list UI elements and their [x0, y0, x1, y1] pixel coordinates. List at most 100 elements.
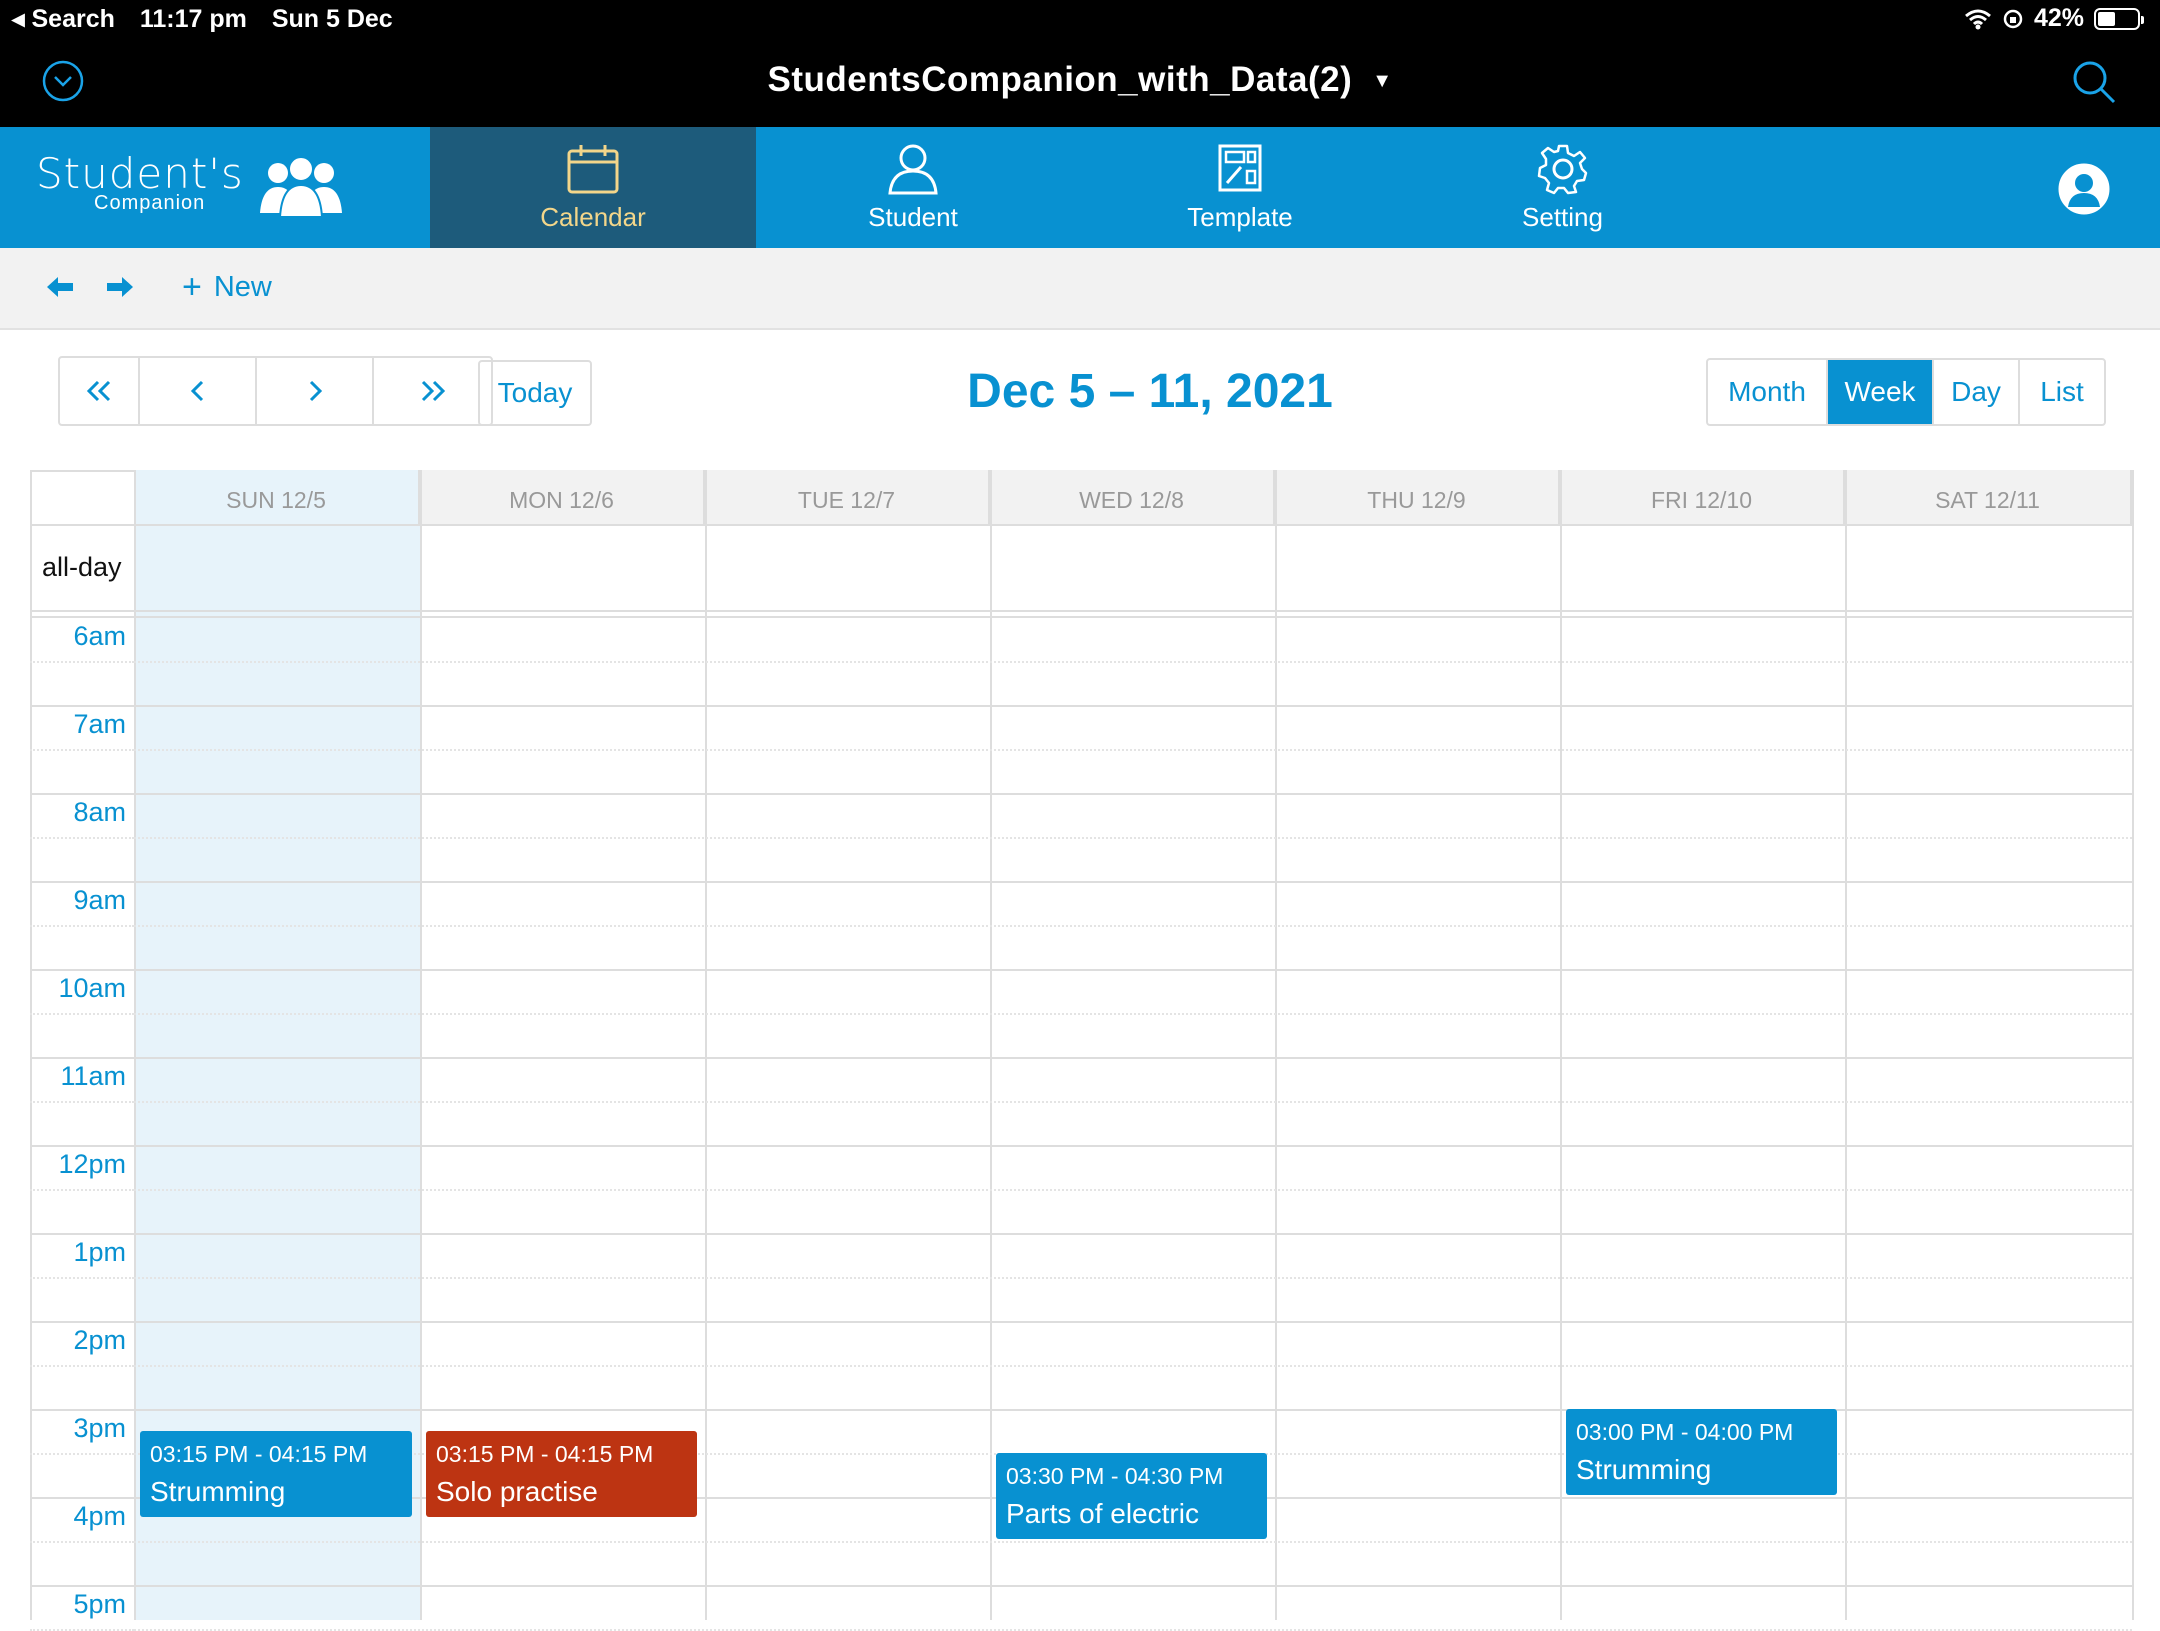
new-button[interactable]: + New [182, 268, 272, 307]
day-header[interactable]: MON 12/6 [420, 470, 705, 526]
column-divider [1275, 470, 1277, 1620]
event-title: Solo practise [436, 1476, 598, 1507]
column-divider [705, 470, 707, 1620]
next-week-button[interactable] [257, 358, 374, 424]
hour-label: 10am [58, 973, 126, 1003]
event-time: 03:30 PM - 04:30 PM [1006, 1463, 1224, 1489]
half-hour-line [30, 1541, 134, 1543]
day-header[interactable]: FRI 12/10 [1560, 470, 1845, 526]
day-header[interactable]: SUN 12/5 [134, 470, 420, 526]
view-month-button[interactable]: Month [1708, 360, 1828, 424]
double-chevron-left-icon [86, 380, 111, 402]
calendar-event[interactable]: 03:30 PM - 04:30 PM Parts of electric [996, 1453, 1267, 1539]
date-range-title: Dec 5 – 11, 2021 [967, 365, 1333, 418]
battery-icon [2094, 7, 2144, 30]
half-hour-line [134, 1013, 2132, 1015]
app-nav-bar: Student's Companion Calendar Student Tem… [0, 127, 2160, 248]
column-divider [2132, 470, 2134, 1620]
next-year-button[interactable] [374, 358, 491, 424]
half-hour-line [134, 837, 2132, 839]
toolbar: + New [0, 248, 2160, 330]
prev-year-button[interactable] [60, 358, 140, 424]
hour-label: 12pm [58, 1149, 126, 1179]
template-icon [1218, 144, 1262, 192]
user-avatar-icon[interactable] [2058, 163, 2110, 215]
view-switcher: Month Week Day List [1706, 358, 2106, 426]
column-divider [1560, 470, 1562, 1620]
status-time: 11:17 pm [139, 5, 247, 33]
system-title-bar: ◂ Search 11:17 pm Sun 5 Dec 42% Students… [0, 0, 2160, 127]
people-logo-icon [260, 157, 342, 217]
chevron-right-icon [309, 380, 322, 402]
half-hour-line [30, 1365, 134, 1367]
plus-icon: + [182, 268, 202, 306]
prev-week-button[interactable] [140, 358, 257, 424]
today-button[interactable]: Today [478, 360, 592, 426]
hour-label: 4pm [73, 1501, 126, 1531]
back-arrow-icon[interactable] [46, 276, 74, 298]
event-title: Strumming [1576, 1454, 1712, 1485]
half-hour-line [30, 925, 134, 927]
chevron-left-icon [190, 380, 203, 402]
tab-student[interactable]: Student [756, 127, 1070, 248]
day-header[interactable]: TUE 12/7 [705, 470, 990, 526]
person-icon [888, 144, 938, 195]
half-hour-line [30, 1013, 134, 1015]
document-title-text: StudentsCompanion_with_Data(2) [767, 60, 1353, 99]
column-divider [420, 470, 422, 1620]
calendar-event[interactable]: 03:00 PM - 04:00 PM Strumming [1566, 1409, 1837, 1495]
half-hour-line [30, 837, 134, 839]
day-header[interactable]: SAT 12/11 [1845, 470, 2132, 526]
half-hour-line [30, 749, 134, 751]
calendar-icon [567, 145, 619, 194]
event-title: Parts of electric [1006, 1498, 1199, 1529]
forward-arrow-icon[interactable] [106, 276, 134, 298]
document-title[interactable]: StudentsCompanion_with_Data(2) ▼ [0, 60, 2160, 100]
back-to-search-link[interactable]: ◂ Search [12, 5, 115, 33]
tab-setting-label: Setting [1522, 202, 1603, 232]
status-date: Sun 5 Dec [271, 5, 393, 33]
view-day-button[interactable]: Day [1934, 360, 2020, 424]
hour-line [30, 969, 2132, 971]
logo-line-1: Student's [36, 149, 244, 198]
event-title: Strumming [150, 1476, 286, 1507]
column-divider [990, 470, 992, 1620]
event-time: 03:15 PM - 04:15 PM [436, 1441, 654, 1467]
hour-line [30, 705, 2132, 707]
search-icon[interactable] [2070, 58, 2118, 106]
half-hour-line [134, 749, 2132, 751]
tab-student-label: Student [868, 202, 958, 232]
half-hour-line [134, 1101, 2132, 1103]
hour-line [30, 1145, 2132, 1147]
hour-line [30, 793, 2132, 795]
hour-label: 5pm [73, 1589, 126, 1619]
column-divider [134, 470, 136, 1620]
half-hour-line [134, 1365, 2132, 1367]
view-list-button[interactable]: List [2020, 360, 2104, 424]
half-hour-line [134, 1277, 2132, 1279]
all-day-divider [30, 610, 2132, 612]
day-header[interactable]: THU 12/9 [1275, 470, 1560, 526]
half-hour-line [134, 925, 2132, 927]
tab-setting[interactable]: Setting [1400, 127, 1725, 248]
tab-calendar[interactable]: Calendar [430, 127, 756, 248]
hour-label: 11am [60, 1061, 126, 1091]
tab-calendar-label: Calendar [540, 202, 646, 232]
column-divider [1845, 470, 1847, 1620]
double-chevron-right-icon [421, 380, 445, 402]
header-divider [30, 524, 2132, 526]
date-nav-group [58, 356, 493, 426]
battery-percent: 42% [2033, 4, 2084, 32]
hour-label: 1pm [73, 1237, 126, 1267]
half-hour-line [30, 1101, 134, 1103]
hour-line [30, 1057, 2132, 1059]
calendar-event[interactable]: 03:15 PM - 04:15 PM Strumming [140, 1431, 412, 1517]
all-day-label: all-day [42, 552, 122, 582]
hour-label: 9am [73, 885, 126, 915]
view-week-button[interactable]: Week [1828, 360, 1934, 424]
half-hour-line [134, 661, 2132, 663]
day-header[interactable]: WED 12/8 [990, 470, 1275, 526]
calendar-event[interactable]: 03:15 PM - 04:15 PM Solo practise [426, 1431, 697, 1517]
half-hour-line [30, 661, 134, 663]
tab-template[interactable]: Template [1080, 127, 1400, 248]
